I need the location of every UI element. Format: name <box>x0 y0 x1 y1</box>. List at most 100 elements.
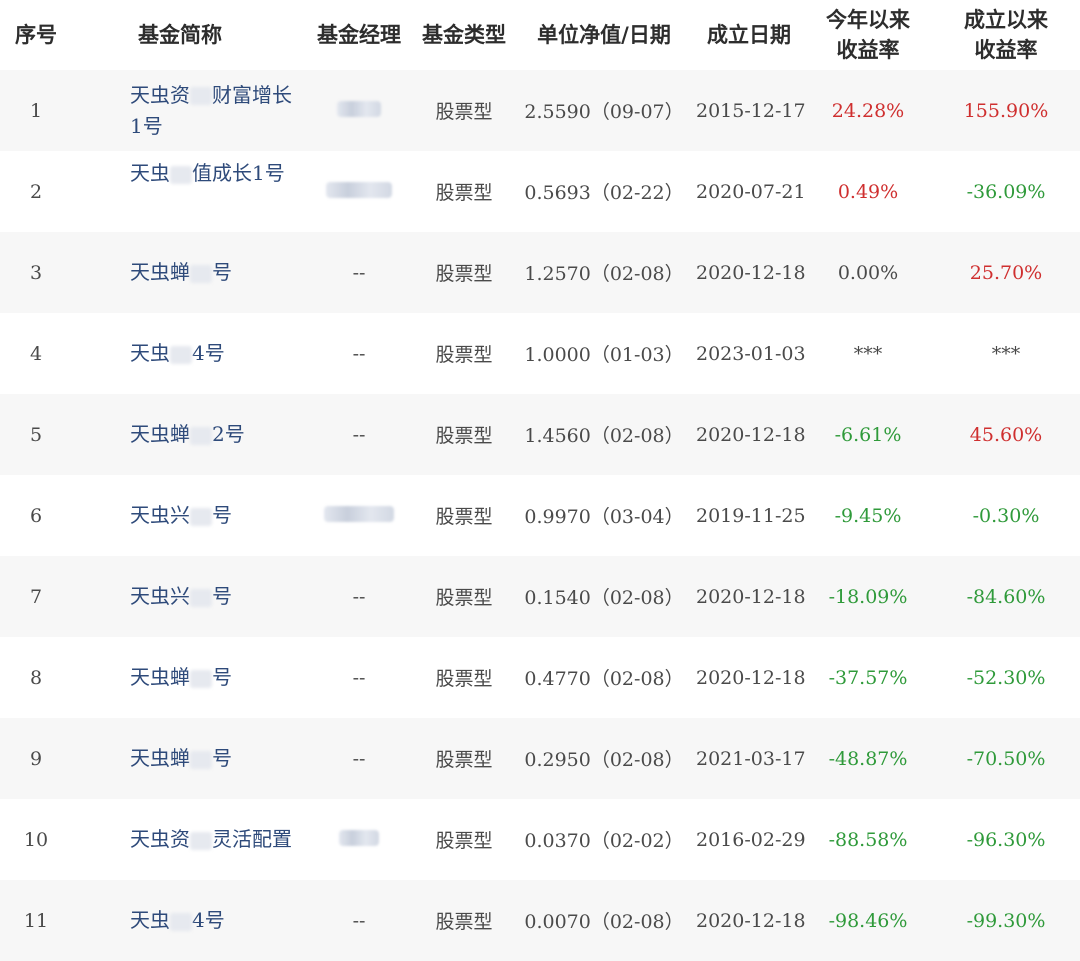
table-row: 11 天虫 4号 -- 股票型 0.0070（02-08） 2020-12-18 -98.46… <box>0 880 1080 961</box>
header-since-return: 成立以来 收益率 <box>932 0 1080 70</box>
fund-type: 股票型 <box>435 830 493 852</box>
fund-manager: -- <box>352 909 366 932</box>
fund-name-link[interactable]: 天虫 4号 <box>72 880 304 961</box>
fund-name-prefix: 天虫资 <box>130 82 190 107</box>
row-number: 5 <box>29 423 43 446</box>
redaction-mask <box>170 912 192 931</box>
row-number: 9 <box>29 747 43 770</box>
row-number: 11 <box>23 909 49 932</box>
fund-manager: -- <box>352 747 366 770</box>
fund-type: 股票型 <box>435 911 493 933</box>
founded-date: 2020-12-18 <box>696 666 806 689</box>
header-manager: 基金经理 <box>304 0 414 70</box>
fund-name-link[interactable]: 天虫兴号 <box>72 556 304 637</box>
fund-name-prefix: 天虫 <box>130 341 170 365</box>
nav-date: 1.4560（02-08） <box>524 425 684 447</box>
ytd-return: -18.09% <box>828 585 908 608</box>
ytd-return: -37.57% <box>828 666 908 689</box>
ytd-return: -9.45% <box>834 504 902 527</box>
fund-name-prefix: 天虫 <box>130 161 170 185</box>
fund-name-suffix: 号 <box>212 584 232 608</box>
redaction-mask <box>190 831 212 850</box>
fund-name-prefix: 天虫蝉 <box>130 260 190 284</box>
fund-type: 股票型 <box>435 668 493 690</box>
founded-date: 2020-12-18 <box>696 423 806 446</box>
nav-date: 1.2570（02-08） <box>524 263 684 285</box>
fund-manager <box>304 475 414 556</box>
founded-date: 2015-12-17 <box>696 99 806 122</box>
fund-name-link[interactable]: 天虫资 财富增长1号 <box>72 70 304 151</box>
redaction-mask <box>190 507 212 526</box>
fund-name-suffix: 2号 <box>212 422 245 446</box>
fund-table: 序号 基金简称 基金经理 基金类型 单位净值/日期 成立日期 今年以来 收益率 成立以来 收益率 … <box>0 0 1080 961</box>
fund-name-suffix: 4号 <box>192 341 225 365</box>
manager-redacted <box>337 100 381 117</box>
fund-manager: -- <box>352 423 366 446</box>
nav-date: 0.5693（02-22） <box>524 182 684 204</box>
manager-redacted <box>339 829 379 846</box>
fund-name-link[interactable]: 天虫蝉号 <box>72 718 304 799</box>
header-ytd-return: 今年以来 收益率 <box>804 0 932 70</box>
fund-name-link[interactable]: 天虫兴号 <box>72 475 304 556</box>
redaction-mask <box>190 426 212 445</box>
fund-manager: -- <box>352 261 366 284</box>
nav-date: 0.9970（03-04） <box>524 506 684 528</box>
since-return: -84.60% <box>966 585 1046 608</box>
header-label: 收益率 <box>974 38 1038 62</box>
nav-date: 0.2950（02-08） <box>524 749 684 771</box>
since-return: -0.30% <box>972 504 1040 527</box>
fund-type: 股票型 <box>435 749 493 771</box>
ytd-return: 0.49% <box>837 180 899 203</box>
redaction-mask <box>190 750 212 769</box>
row-number: 4 <box>29 342 43 365</box>
table-row: 8 天虫蝉号 -- 股票型 0.4770（02-08） 2020-12-18 -37.57%… <box>0 637 1080 718</box>
header-label: 今年以来 <box>826 8 910 32</box>
header-label: 成立以来 <box>964 8 1048 32</box>
header-label: 单位净值/日期 <box>537 23 671 47</box>
row-number: 1 <box>29 99 43 122</box>
fund-name-prefix: 天虫蝉 <box>130 746 190 770</box>
founded-date: 2016-02-29 <box>696 828 806 851</box>
fund-type: 股票型 <box>435 182 493 204</box>
header-row: 序号 基金简称 基金经理 基金类型 单位净值/日期 成立日期 今年以来 收益率 成立以来 收益率 <box>0 0 1080 70</box>
nav-date: 0.1540（02-08） <box>524 587 684 609</box>
since-return: -36.09% <box>966 180 1046 203</box>
redaction-mask <box>170 345 192 364</box>
since-return: -96.30% <box>966 828 1046 851</box>
nav-date: 1.0000（01-03） <box>524 344 684 366</box>
fund-name-link[interactable]: 天虫蝉号 <box>72 637 304 718</box>
fund-name-prefix: 天虫兴 <box>130 584 190 608</box>
manager-redacted <box>324 505 394 522</box>
table-row: 3 天虫蝉号 -- 股票型 1.2570（02-08） 2020-12-18 0.00% 25… <box>0 232 1080 313</box>
row-number: 6 <box>29 504 43 527</box>
fund-name-link[interactable]: 天虫 值成长1号 <box>72 151 304 232</box>
redaction-mask <box>190 87 212 105</box>
ytd-return: -6.61% <box>834 423 902 446</box>
fund-name-link[interactable]: 天虫资 灵活配置 <box>72 799 304 880</box>
fund-manager: -- <box>352 585 366 608</box>
founded-date: 2020-12-18 <box>696 261 806 284</box>
fund-manager <box>304 799 414 880</box>
ytd-return: -98.46% <box>828 909 908 932</box>
fund-name-link[interactable]: 天虫 4号 <box>72 313 304 394</box>
fund-name-prefix: 天虫资 <box>130 827 190 851</box>
header-label: 序号 <box>15 23 57 47</box>
since-return: *** <box>991 342 1021 365</box>
redaction-mask <box>190 669 212 688</box>
fund-name-prefix: 天虫 <box>130 908 170 932</box>
fund-manager <box>304 151 414 232</box>
ytd-return: 24.28% <box>831 99 905 122</box>
ytd-return: -88.58% <box>828 828 908 851</box>
fund-name-suffix: 号 <box>212 746 232 770</box>
fund-name-link[interactable]: 天虫蝉 2号 <box>72 394 304 475</box>
header-label: 成立日期 <box>707 23 791 47</box>
table-row: 2 天虫 值成长1号 股票型 0.5693（02-22） 2020-07-21 0.49% -… <box>0 151 1080 232</box>
table-header: 序号 基金简称 基金经理 基金类型 单位净值/日期 成立日期 今年以来 收益率 成立以来 收益率 <box>0 0 1080 70</box>
founded-date: 2020-12-18 <box>696 909 806 932</box>
fund-name-link[interactable]: 天虫蝉号 <box>72 232 304 313</box>
fund-name-suffix: 4号 <box>192 908 225 932</box>
header-no: 序号 <box>0 0 72 70</box>
fund-manager <box>304 70 414 151</box>
table-row: 1 天虫资 财富增长1号 股票型 2.5590（09-07） 2015-12-17 24.2… <box>0 70 1080 151</box>
table-row: 4 天虫 4号 -- 股票型 1.0000（01-03） 2023-01-03 *** *** <box>0 313 1080 394</box>
